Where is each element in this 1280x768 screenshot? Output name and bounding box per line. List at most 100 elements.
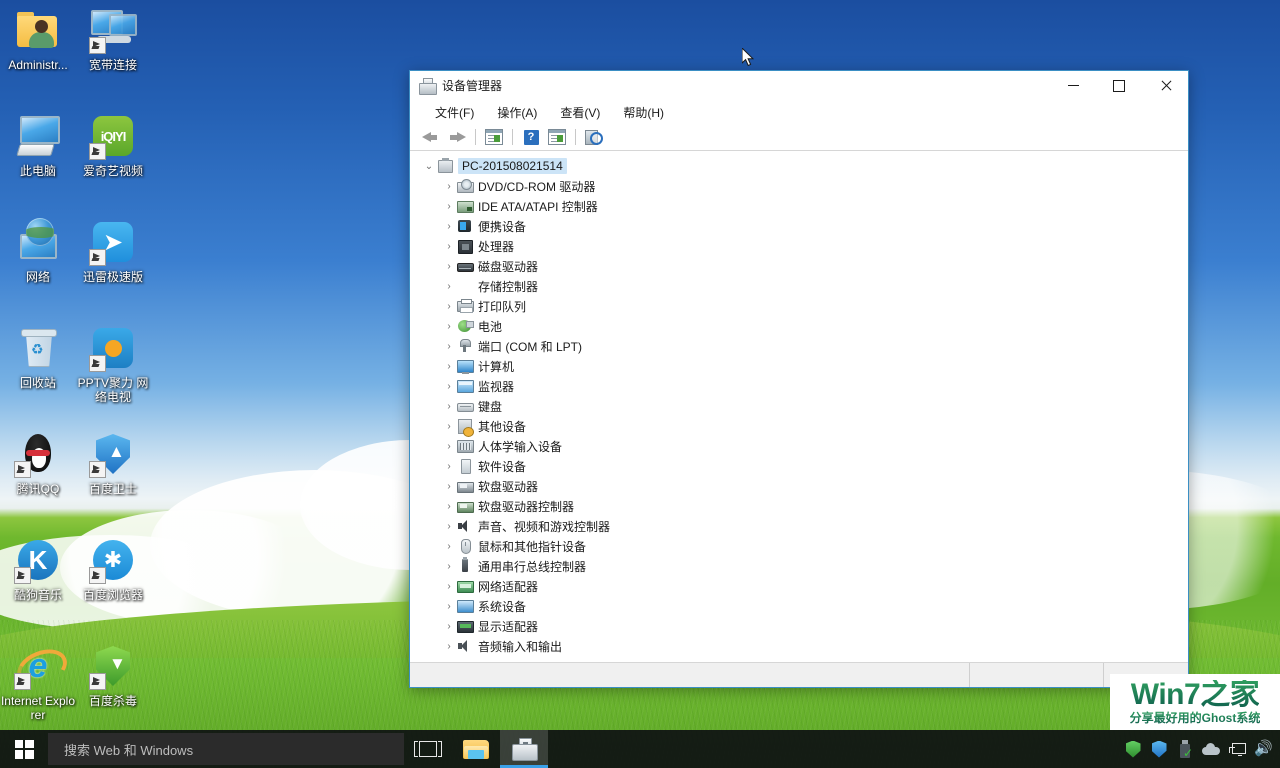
show-hidden-devices-button[interactable] (544, 126, 570, 148)
chevron-right-icon[interactable]: › (441, 521, 457, 532)
forward-button[interactable] (444, 126, 470, 148)
qq-penguin-icon (14, 430, 62, 478)
tree-node[interactable]: › 声音、视频和游戏控制器 (410, 516, 1188, 536)
desktop-icon-network[interactable]: 网络 (0, 218, 76, 284)
taskbar-app-file-explorer[interactable] (452, 730, 500, 768)
tree-node[interactable]: › 网络适配器 (410, 576, 1188, 596)
desktop-icon-label: 酷狗音乐 (13, 588, 62, 602)
desktop-icon-qq[interactable]: 腾讯QQ (0, 430, 76, 496)
chevron-right-icon[interactable]: › (441, 561, 457, 572)
menu-help[interactable]: 帮助(H) (614, 101, 673, 124)
desktop-icon-this-pc[interactable]: 此电脑 (0, 112, 76, 178)
chevron-right-icon[interactable]: › (441, 301, 457, 312)
desktop-icon-thunder[interactable]: ➤ 迅雷极速版 (75, 218, 151, 284)
menu-view[interactable]: 查看(V) (551, 101, 609, 124)
chevron-right-icon[interactable]: › (441, 621, 457, 632)
chevron-right-icon[interactable]: › (441, 501, 457, 512)
tree-node[interactable]: › 软件设备 (410, 456, 1188, 476)
task-view-button[interactable] (404, 730, 452, 768)
menu-file[interactable]: 文件(F) (426, 101, 483, 124)
desktop-icon-internet-explorer[interactable]: e Internet Explorer (0, 642, 76, 722)
desktop-icon-label: Internet Explorer (0, 694, 76, 722)
tree-node[interactable]: › 其他设备 (410, 416, 1188, 437)
chevron-right-icon[interactable]: › (441, 321, 457, 332)
tree-node[interactable]: › 打印队列 (410, 296, 1188, 316)
desktop-icon-baidu-browser[interactable]: ✱ 百度浏览器 (75, 536, 151, 602)
desktop-icon-pptv[interactable]: PPTV聚力 网络电视 (75, 324, 151, 404)
desktop-icon-baidu-antivirus[interactable]: ▼ 百度杀毒 (75, 642, 151, 708)
tree-node[interactable]: › 鼠标和其他指针设备 (410, 536, 1188, 556)
desktop-icon-administrator[interactable]: Administr... (0, 6, 76, 72)
desktop-icon-broadband[interactable]: 宽带连接 (75, 6, 151, 72)
chevron-right-icon[interactable]: › (441, 401, 457, 412)
tree-node[interactable]: › IDE ATA/ATAPI 控制器 (410, 196, 1188, 216)
chevron-right-icon[interactable]: › (441, 341, 457, 352)
tree-node[interactable]: › 存储控制器 (410, 276, 1188, 296)
help-button[interactable]: ? (518, 126, 544, 148)
desktop[interactable]: Administr... 宽带连接 此电脑 iQIYI 爱奇艺视频 网络 ➤ 迅… (0, 0, 1280, 768)
back-button[interactable] (418, 126, 444, 148)
tree-node[interactable]: › 端口 (COM 和 LPT) (410, 336, 1188, 356)
tree-node-label: PC-201508021514 (458, 158, 567, 174)
chevron-right-icon[interactable]: › (441, 541, 457, 552)
desktop-icon-baidu-guard[interactable]: ▲ 百度卫士 (75, 430, 151, 496)
tray-volume[interactable]: 🔊 (1250, 730, 1276, 768)
search-input[interactable]: 搜索 Web 和 Windows (48, 733, 404, 765)
tree-node[interactable]: › 通用串行总线控制器 (410, 556, 1188, 576)
chevron-right-icon[interactable]: › (441, 461, 457, 472)
tray-blue-shield[interactable] (1146, 730, 1172, 768)
tree-node[interactable]: › 音频输入和输出 (410, 636, 1188, 656)
tree-node[interactable]: › 键盘 (410, 396, 1188, 416)
tree-node[interactable]: › 软盘驱动器 (410, 476, 1188, 496)
usb-controller-icon (457, 557, 473, 574)
device-manager-window[interactable]: 设备管理器 文件(F) 操作(A) 查看(V) 帮助(H) ? ⌄ PC-201… (409, 70, 1189, 688)
tree-node[interactable]: › 磁盘驱动器 (410, 256, 1188, 276)
broadband-connection-icon (89, 6, 137, 54)
menu-action[interactable]: 操作(A) (488, 101, 546, 124)
maximize-button[interactable] (1096, 71, 1142, 100)
tree-node[interactable]: › 系统设备 (410, 596, 1188, 616)
tree-node[interactable]: › DVD/CD-ROM 驱动器 (410, 176, 1188, 196)
taskbar-app-device-manager[interactable] (500, 730, 548, 768)
chevron-right-icon[interactable]: › (441, 201, 457, 212)
start-button[interactable] (0, 730, 48, 768)
properties-button[interactable] (481, 126, 507, 148)
tray-usb-safely-remove[interactable]: ✓ (1172, 730, 1198, 768)
window-titlebar[interactable]: 设备管理器 (410, 71, 1188, 100)
tree-node[interactable]: › 处理器 (410, 236, 1188, 256)
chevron-down-icon[interactable]: ⌄ (421, 161, 437, 172)
close-button[interactable] (1142, 71, 1188, 100)
scan-hardware-changes-button[interactable] (581, 126, 607, 148)
chevron-right-icon[interactable]: › (441, 581, 457, 592)
chevron-right-icon[interactable]: › (441, 241, 457, 252)
tree-node[interactable]: › 软盘驱动器控制器 (410, 496, 1188, 516)
tree-node[interactable]: › 便携设备 (410, 216, 1188, 236)
chevron-right-icon[interactable]: › (441, 361, 457, 372)
display-adapter-icon (457, 618, 474, 634)
tray-network[interactable] (1224, 730, 1250, 768)
chevron-right-icon[interactable]: › (441, 441, 457, 452)
tree-node[interactable]: › 计算机 (410, 356, 1188, 376)
chevron-right-icon[interactable]: › (441, 281, 457, 292)
chevron-right-icon[interactable]: › (441, 601, 457, 612)
chevron-right-icon[interactable]: › (441, 421, 457, 432)
chevron-right-icon[interactable]: › (441, 641, 457, 652)
tray-onedrive[interactable] (1198, 730, 1224, 768)
minimize-button[interactable] (1050, 71, 1096, 100)
chevron-right-icon[interactable]: › (441, 481, 457, 492)
close-icon (1160, 80, 1171, 91)
chevron-right-icon[interactable]: › (441, 181, 457, 192)
desktop-icon-recycle-bin[interactable]: ♻ 回收站 (0, 324, 76, 390)
chevron-right-icon[interactable]: › (441, 261, 457, 272)
desktop-icon-kugou[interactable]: K 酷狗音乐 (0, 536, 76, 602)
chevron-right-icon[interactable]: › (441, 381, 457, 392)
tray-green-shield[interactable] (1120, 730, 1146, 768)
chevron-right-icon[interactable]: › (441, 221, 457, 232)
tree-node-root[interactable]: ⌄ PC-201508021514 (410, 156, 1188, 176)
tree-node[interactable]: › 监视器 (410, 376, 1188, 396)
tree-node[interactable]: › 电池 (410, 316, 1188, 336)
tree-node[interactable]: › 人体学输入设备 (410, 436, 1188, 456)
tree-node[interactable]: › 显示适配器 (410, 616, 1188, 636)
desktop-icon-iqiyi[interactable]: iQIYI 爱奇艺视频 (75, 112, 151, 178)
device-tree[interactable]: ⌄ PC-201508021514 › DVD/CD-ROM 驱动器 › IDE ATA/… (410, 151, 1188, 662)
